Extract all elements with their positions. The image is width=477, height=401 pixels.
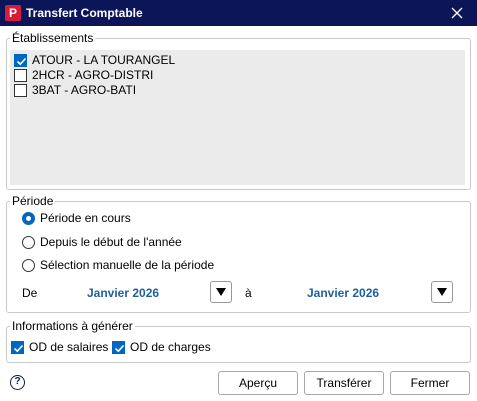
- etablissements-list[interactable]: ATOUR - LA TOURANGEL 2HCR - AGRO-DISTRI …: [10, 50, 465, 185]
- chevron-down-icon: [216, 288, 226, 296]
- checkbox-atour[interactable]: [14, 53, 27, 67]
- close-window-button[interactable]: [447, 3, 467, 23]
- list-item-3bat[interactable]: 3BAT - AGRO-BATI: [14, 82, 136, 98]
- od-salaires-option[interactable]: OD de salaires: [11, 340, 108, 354]
- to-date-value[interactable]: Janvier 2026: [307, 286, 379, 300]
- etablissements-legend: Établissements: [10, 31, 96, 45]
- radio-label: Depuis le début de l'année: [40, 235, 182, 249]
- informations-legend: Informations à générer: [10, 319, 135, 333]
- radio-button[interactable]: [22, 211, 35, 225]
- radio-selection-manuelle[interactable]: Sélection manuelle de la période: [22, 258, 214, 272]
- checkmark-icon: [13, 344, 24, 352]
- close-button[interactable]: Fermer: [390, 371, 470, 395]
- close-icon: [451, 7, 463, 19]
- help-icon[interactable]: ?: [10, 375, 25, 390]
- checkbox-od-salaires[interactable]: [11, 340, 24, 354]
- radio-button[interactable]: [22, 258, 35, 272]
- list-item-label: 2HCR - AGRO-DISTRI: [32, 68, 154, 82]
- radio-depuis-debut-annee[interactable]: Depuis le début de l'année: [22, 235, 182, 249]
- checkmark-icon: [114, 344, 125, 352]
- radio-button[interactable]: [22, 235, 35, 249]
- list-item-label: ATOUR - LA TOURANGEL: [32, 53, 176, 67]
- od-charges-option[interactable]: OD de charges: [112, 340, 211, 354]
- app-icon: P: [5, 5, 21, 21]
- checkbox-od-charges[interactable]: [112, 340, 125, 354]
- checkbox-2hcr[interactable]: [14, 68, 27, 82]
- transfer-button[interactable]: Transférer: [304, 371, 384, 395]
- to-label: à: [245, 286, 252, 300]
- radio-periode-en-cours[interactable]: Période en cours: [22, 211, 131, 225]
- preview-button[interactable]: Aperçu: [218, 371, 298, 395]
- list-item-2hcr[interactable]: 2HCR - AGRO-DISTRI: [14, 67, 153, 83]
- title-bar: P Transfert Comptable: [0, 0, 477, 26]
- list-item-atour[interactable]: ATOUR - LA TOURANGEL: [14, 52, 175, 68]
- checkmark-icon: [16, 57, 27, 65]
- from-date-value[interactable]: Janvier 2026: [87, 286, 159, 300]
- checkbox-label: OD de salaires: [29, 340, 109, 354]
- checkbox-3bat[interactable]: [14, 83, 27, 97]
- window-title: Transfert Comptable: [26, 6, 143, 20]
- radio-label: Sélection manuelle de la période: [40, 258, 215, 272]
- periode-legend: Période: [10, 194, 56, 208]
- list-item-label: 3BAT - AGRO-BATI: [32, 83, 137, 97]
- to-date-dropdown-button[interactable]: [431, 281, 453, 303]
- from-date-dropdown-button[interactable]: [210, 281, 232, 303]
- from-label: De: [22, 286, 38, 300]
- checkbox-label: OD de charges: [130, 340, 211, 354]
- chevron-down-icon: [437, 288, 447, 296]
- radio-label: Période en cours: [40, 211, 131, 225]
